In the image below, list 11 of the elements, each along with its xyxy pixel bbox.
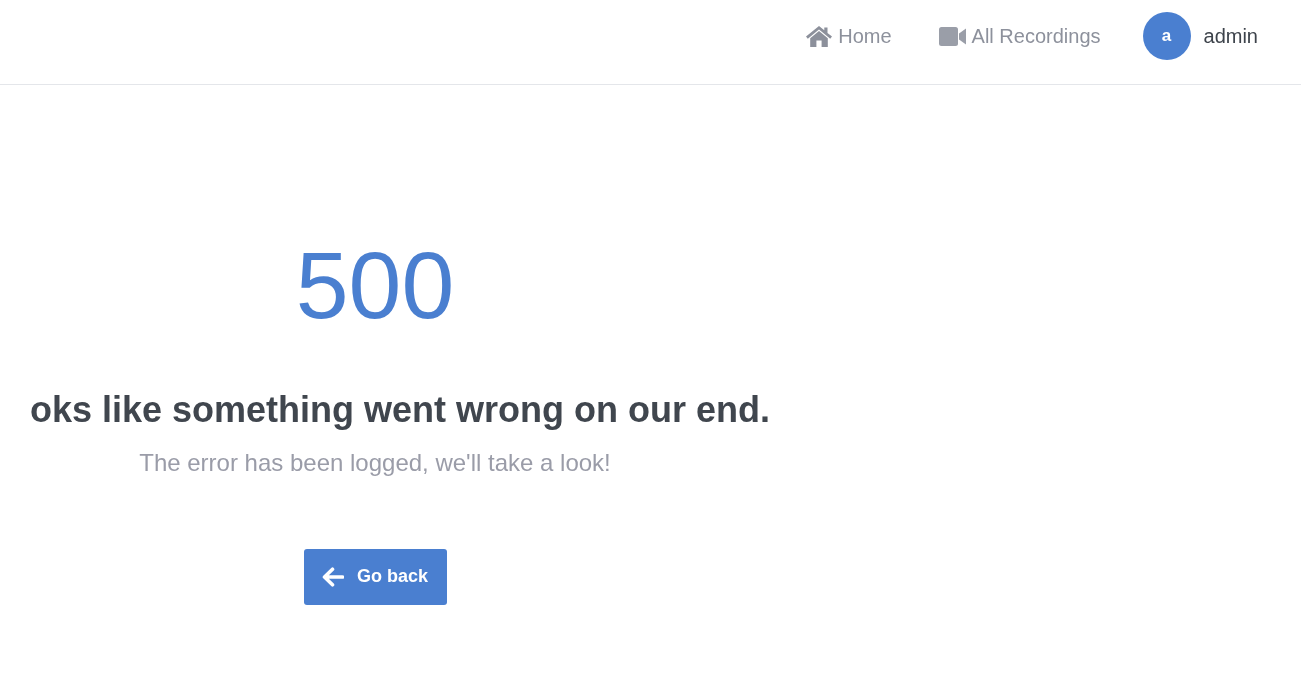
- user-avatar[interactable]: a: [1142, 12, 1191, 60]
- error-code: 500: [295, 238, 455, 333]
- go-back-button[interactable]: Go back: [303, 549, 447, 605]
- arrow-left-icon: [322, 567, 344, 587]
- error-heading: oks like something went wrong on our end.: [29, 388, 771, 432]
- home-link[interactable]: Home: [806, 24, 892, 48]
- recordings-link[interactable]: All Recordings: [938, 24, 1101, 48]
- video-camera-icon: [938, 26, 966, 46]
- error-message: The error has been logged, we'll take a look!: [139, 449, 611, 478]
- house-icon: [806, 25, 833, 47]
- user-name[interactable]: admin: [1203, 24, 1258, 48]
